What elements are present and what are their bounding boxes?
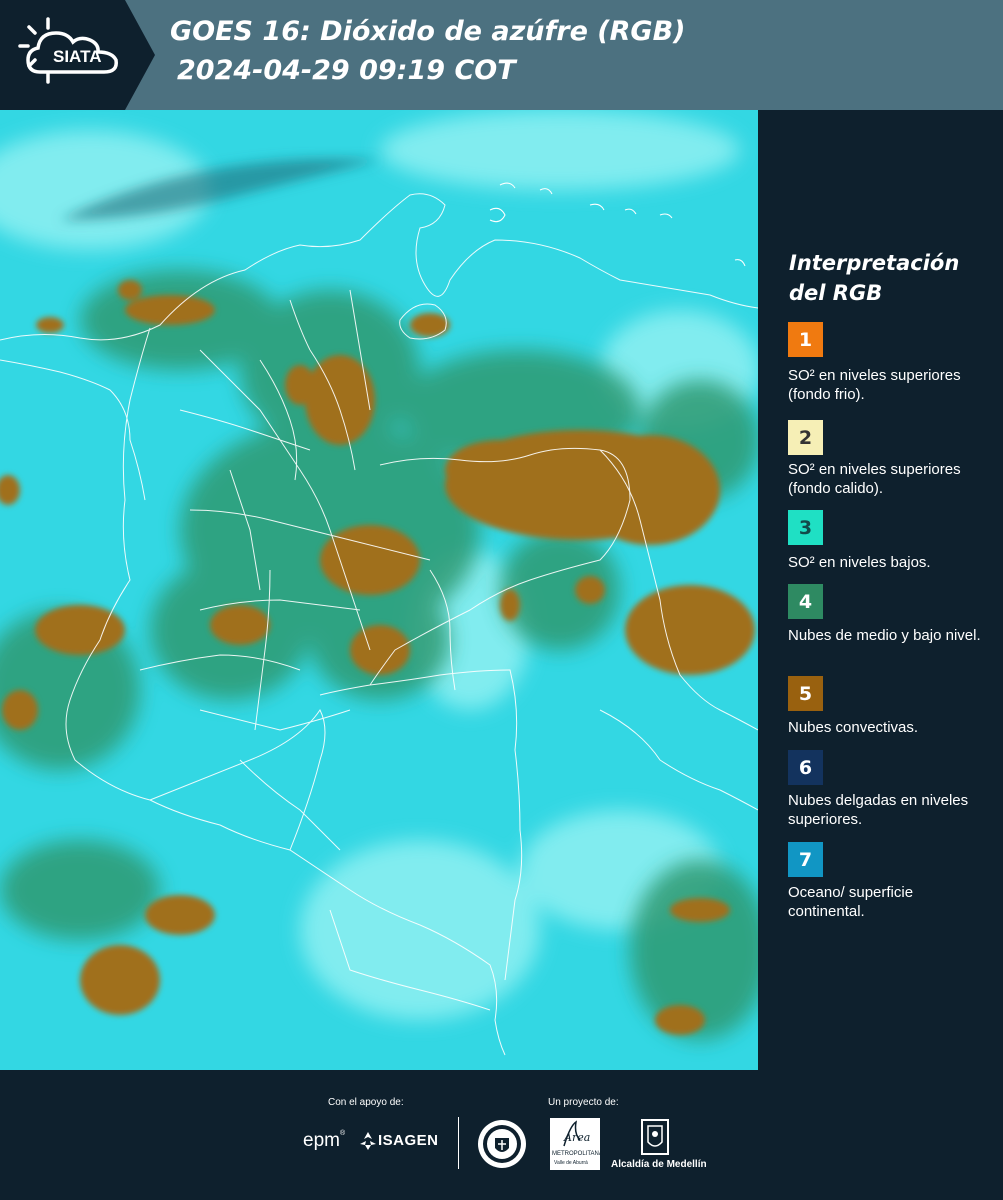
legend-number-6: 6 xyxy=(798,756,813,779)
legend-label-3: SO² en niveles bajos. xyxy=(788,554,931,571)
legend-label-7: Oceano/ superficie continental. xyxy=(788,884,914,920)
legend-number-7: 7 xyxy=(798,848,813,871)
footer-divider xyxy=(458,1117,459,1169)
legend-label-5: Nubes convectivas. xyxy=(788,719,919,736)
legend-label-2: SO² en niveles superiores (fondo calido)… xyxy=(788,461,961,497)
legend-label-6: Nubes delgadas en niveles superiores. xyxy=(788,792,969,828)
legend-number-3: 3 xyxy=(798,516,813,539)
epm-logo-text: epm xyxy=(303,1130,340,1151)
legend-number-1: 1 xyxy=(798,328,813,351)
isagen-logo: ISAGEN xyxy=(358,1130,448,1154)
header-bar: SIATA GOES 16: Dióxido de azúfre (RGB) 2… xyxy=(0,0,1003,110)
legend-label-4: Nubes de medio y bajo nivel. xyxy=(788,627,981,644)
logo-text: SIATA xyxy=(53,47,101,66)
medellin-seal xyxy=(476,1118,528,1174)
legend-swatch-1: 1 xyxy=(788,322,823,357)
title-timestamp: 2024-04-29 09:19 COT xyxy=(177,55,516,86)
satellite-map xyxy=(0,110,758,1070)
isagen-mark-icon xyxy=(360,1132,376,1150)
legend-label-1: SO² en niveles superiores (fondo frio). xyxy=(788,367,961,403)
legend-number-2: 2 xyxy=(798,426,813,449)
area-logo-subtitle2: Valle de Aburrá xyxy=(554,1160,588,1166)
isagen-logo-text: ISAGEN xyxy=(378,1132,439,1149)
legend-swatch-5: 5 xyxy=(788,676,823,711)
legend-title: Interpretación del RGB xyxy=(789,251,960,305)
title-product: GOES 16: Dióxido de azúfre (RGB) xyxy=(170,16,686,47)
area-logo-subtitle: METROPOLITANA xyxy=(552,1151,603,1157)
legend-swatch-6: 6 xyxy=(788,750,823,785)
legend-swatch-7: 7 xyxy=(788,842,823,877)
area-logo-name: Área xyxy=(564,1131,591,1144)
epm-logo: epm® xyxy=(303,1130,346,1151)
alcaldia-logo-text: Alcaldía de Medellín xyxy=(611,1159,707,1170)
siata-logo: SIATA xyxy=(0,0,155,110)
area-metropolitana-logo: Área METROPOLITANA Valle de Aburrá xyxy=(550,1118,603,1170)
footer-bar: Con el apoyo de: Un proyecto de: epm® IS… xyxy=(0,1070,1003,1200)
legend-swatch-3: 3 xyxy=(788,510,823,545)
project-caption: Un proyecto de: xyxy=(548,1097,619,1108)
legend-panel: Interpretación del RGB 1 SO² en niveles … xyxy=(758,110,1003,1070)
legend-number-4: 4 xyxy=(798,590,813,613)
support-caption: Con el apoyo de: xyxy=(328,1097,404,1108)
legend-swatch-2: 2 xyxy=(788,420,823,455)
alcaldia-logo xyxy=(640,1118,670,1160)
legend-number-5: 5 xyxy=(798,682,813,705)
legend-swatch-4: 4 xyxy=(788,584,823,619)
